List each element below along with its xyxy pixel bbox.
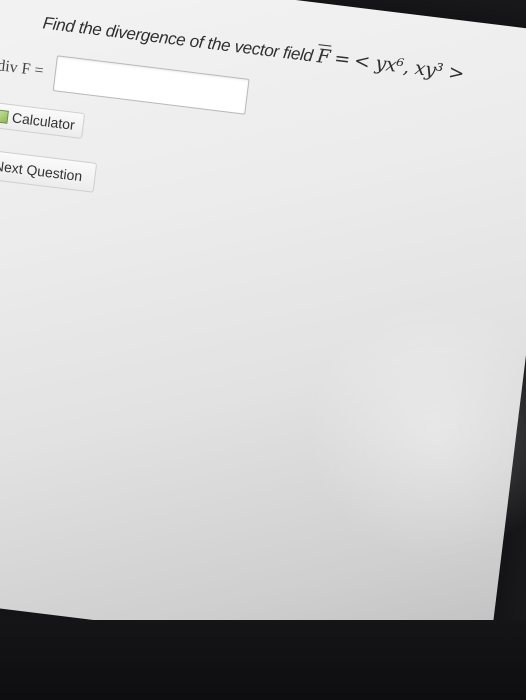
next-question-label: Next Question <box>0 157 84 185</box>
calculator-icon <box>0 108 9 124</box>
desk-surface <box>0 620 526 700</box>
monitor-screen: Find the divergence of the vector field … <box>0 0 526 669</box>
calculator-label: Calculator <box>11 109 76 133</box>
field-symbol: F <box>315 45 332 69</box>
vector-expression: < yx⁶, xy³ > <box>352 49 466 85</box>
next-question-button[interactable]: › Next Question <box>0 148 97 193</box>
answer-label: div F = <box>0 57 45 80</box>
equals-sign: = <box>332 47 352 71</box>
photo-frame: Find the divergence of the vector field … <box>0 0 526 700</box>
question-panel: Find the divergence of the vector field … <box>0 11 526 247</box>
